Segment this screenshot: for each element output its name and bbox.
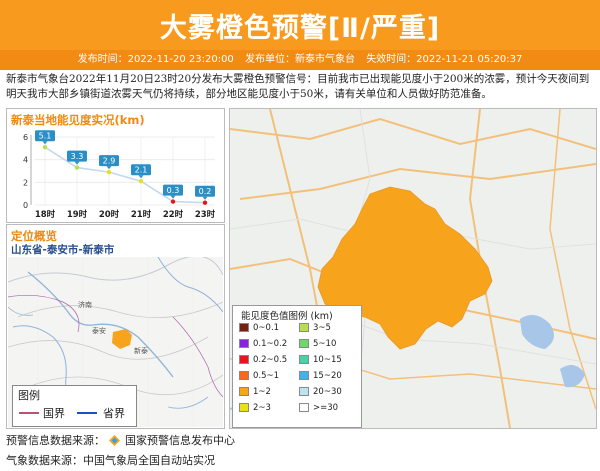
legend-label: 10~15 <box>313 355 342 365</box>
legend-label: 0.2~0.5 <box>253 355 288 365</box>
map-label-xintai: 新泰 <box>134 346 148 355</box>
map-label-jinan: 济南 <box>78 300 92 309</box>
legend-label: 5~10 <box>313 339 337 349</box>
y-tick-label: 6 <box>23 133 28 142</box>
legend-label: 0.1~0.2 <box>253 339 288 349</box>
data-label: 2.1 <box>135 166 148 175</box>
footer-source-1: 预警信息数据来源： 国家预警信息发布中心 <box>6 432 235 448</box>
source1-label: 预警信息数据来源： <box>6 434 105 447</box>
legend-label: >=30 <box>313 403 339 413</box>
main-map[interactable]: 能见度色值图例 (km) 0~0.1 3~5 0.1~0.2 5~10 0.2~0.5 1… <box>229 108 597 429</box>
location-legend: 图例 国界 省界 <box>12 385 137 427</box>
visibility-chart: 0 2 4 6 5.1 18时 3.3 19时 2.9 20时 2.1 21时 0.3 22时 0.2 23时 <box>23 130 216 220</box>
warning-meta: 发布时间：2022-11-20 23:20:00 发布单位：新泰市气象台 失效时… <box>0 50 600 70</box>
legend-label: 2~3 <box>253 403 271 413</box>
data-label-pointer <box>42 141 48 145</box>
data-label-pointer <box>170 195 176 199</box>
data-point <box>106 169 112 175</box>
data-label-pointer <box>138 175 144 179</box>
x-tick-label: 18时 <box>35 209 56 220</box>
province-border-icon <box>77 412 97 414</box>
legend-swatch <box>299 339 309 348</box>
legend-swatch <box>239 387 249 396</box>
publisher: 发布单位：新泰市气象台 <box>245 54 355 65</box>
warning-center-logo-icon <box>108 435 120 446</box>
data-label: 5.1 <box>39 132 52 141</box>
legend-swatch <box>299 323 309 332</box>
legend-label: 0~0.1 <box>253 323 280 333</box>
expire-time: 失效时间：2022-11-21 05:20:37 <box>366 54 523 65</box>
x-tick-label: 23时 <box>195 209 216 220</box>
legend-label: 20~30 <box>313 387 342 397</box>
legend-label: 15~20 <box>313 371 342 381</box>
legend-swatch <box>239 323 249 332</box>
visibility-panel: 新泰当地能见度实况(km) 0 2 4 6 5.1 18时 3.3 19时 2.9 20时 2.1 2… <box>6 108 225 223</box>
data-label-pointer <box>106 166 112 170</box>
country-border-icon <box>19 412 39 414</box>
source1-name: 国家预警信息发布中心 <box>125 434 235 447</box>
x-tick-label: 19时 <box>67 209 88 220</box>
y-tick-label: 4 <box>23 156 28 165</box>
data-label: 0.3 <box>167 186 180 195</box>
data-label-pointer <box>74 161 80 165</box>
warning-title: 大雾橙色预警[Ⅱ/严重] <box>159 13 441 44</box>
data-point <box>170 199 176 204</box>
legend-country: 国界 <box>43 407 65 420</box>
x-tick-label: 21时 <box>131 209 152 220</box>
location-legend-title: 图例 <box>18 389 40 402</box>
warning-header: 大雾橙色预警[Ⅱ/严重] 发布时间：2022-11-20 23:20:00 发布… <box>0 0 600 70</box>
data-point <box>42 145 48 150</box>
data-point <box>74 165 80 170</box>
legend-swatch <box>299 355 309 364</box>
x-tick-label: 22时 <box>163 209 184 220</box>
legend-label: 0.5~1 <box>253 371 280 381</box>
map-label-taian: 泰安 <box>92 326 106 335</box>
y-tick-label: 0 <box>23 201 28 210</box>
legend-label: 3~5 <box>313 323 331 333</box>
visibility-legend-title: 能见度色值图例 (km) <box>241 311 333 322</box>
legend-swatch <box>239 355 249 364</box>
legend-swatch <box>299 371 309 380</box>
y-tick-label: 2 <box>23 178 28 187</box>
warning-description: 新泰市气象台2022年11月20日23时20分发布大雾橙色预警信号：目前我市已出… <box>6 73 590 100</box>
legend-swatch <box>239 339 249 348</box>
legend-swatch <box>299 387 309 396</box>
visibility-panel-title: 新泰当地能见度实况(km) <box>11 113 145 127</box>
data-label: 3.3 <box>71 152 84 161</box>
legend-province: 省界 <box>103 407 125 420</box>
x-tick-label: 20时 <box>99 209 120 220</box>
legend-swatch <box>239 403 249 412</box>
data-label: 2.9 <box>103 157 116 166</box>
footer-source-2: 气象数据来源：中国气象局全国自动站实况 <box>6 454 215 467</box>
data-label: 0.2 <box>199 187 212 196</box>
visibility-color-legend: 能见度色值图例 (km) 0~0.1 3~5 0.1~0.2 5~10 0.2~0.5 1… <box>232 305 362 428</box>
legend-swatch <box>299 403 309 412</box>
legend-swatch <box>239 371 249 380</box>
location-panel: 定位概览 山东省-泰安市-新泰市 济南 泰安 新泰 图例 国界 省界 <box>6 224 225 429</box>
location-subtitle: 山东省-泰安市-新泰市 <box>11 244 115 256</box>
publish-time: 发布时间：2022-11-20 23:20:00 <box>77 54 234 65</box>
data-label-pointer <box>202 196 208 200</box>
data-point <box>138 179 144 184</box>
data-point <box>202 200 208 205</box>
legend-label: 1~2 <box>253 387 271 397</box>
